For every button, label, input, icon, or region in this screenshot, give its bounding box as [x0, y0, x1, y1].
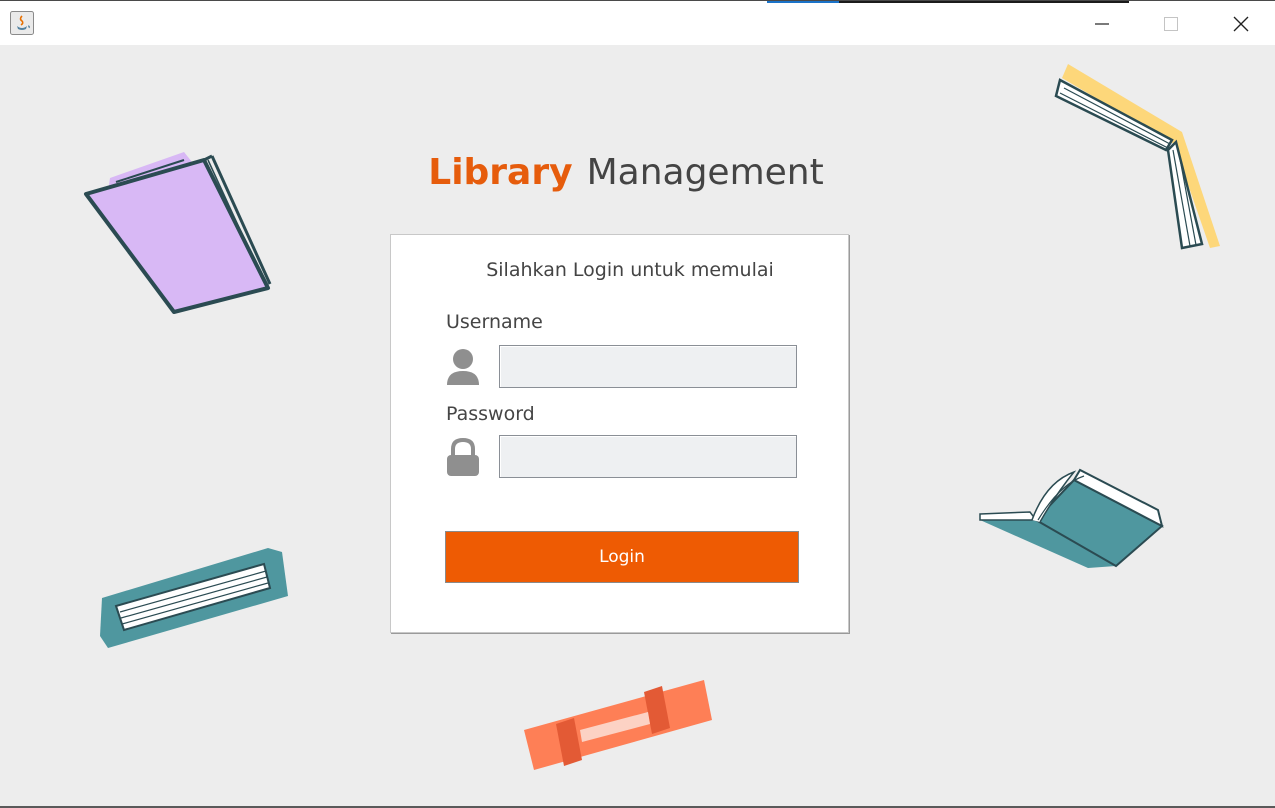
maximize-icon: [1164, 16, 1178, 31]
close-icon: [1233, 16, 1249, 31]
user-icon: [447, 349, 479, 385]
app-title-rest: Management: [586, 152, 824, 193]
login-button[interactable]: Login: [445, 531, 799, 583]
password-input[interactable]: [499, 435, 797, 478]
username-input[interactable]: [499, 345, 797, 388]
login-button-label: Login: [599, 547, 645, 567]
titlebar-accent-line: [767, 1, 839, 3]
maximize-button[interactable]: [1137, 1, 1205, 46]
minimize-icon: [1095, 22, 1109, 25]
login-card: Silahkan Login untuk memulai Username Pa…: [390, 234, 849, 633]
window-title-bar: [0, 0, 1275, 45]
login-subtitle: Silahkan Login untuk memulai: [486, 259, 774, 281]
java-icon[interactable]: [10, 11, 34, 35]
open-teal-book-icon: [979, 468, 1164, 568]
teal-book-icon: [100, 548, 288, 648]
app-title: Library Management: [0, 152, 1252, 193]
password-label: Password: [446, 403, 535, 425]
username-label: Username: [446, 311, 543, 333]
lock-icon: [447, 437, 479, 476]
close-button[interactable]: [1207, 1, 1275, 46]
minimize-button[interactable]: [1068, 1, 1136, 46]
app-title-accent: Library: [428, 152, 573, 193]
orange-book-icon: [524, 680, 712, 770]
